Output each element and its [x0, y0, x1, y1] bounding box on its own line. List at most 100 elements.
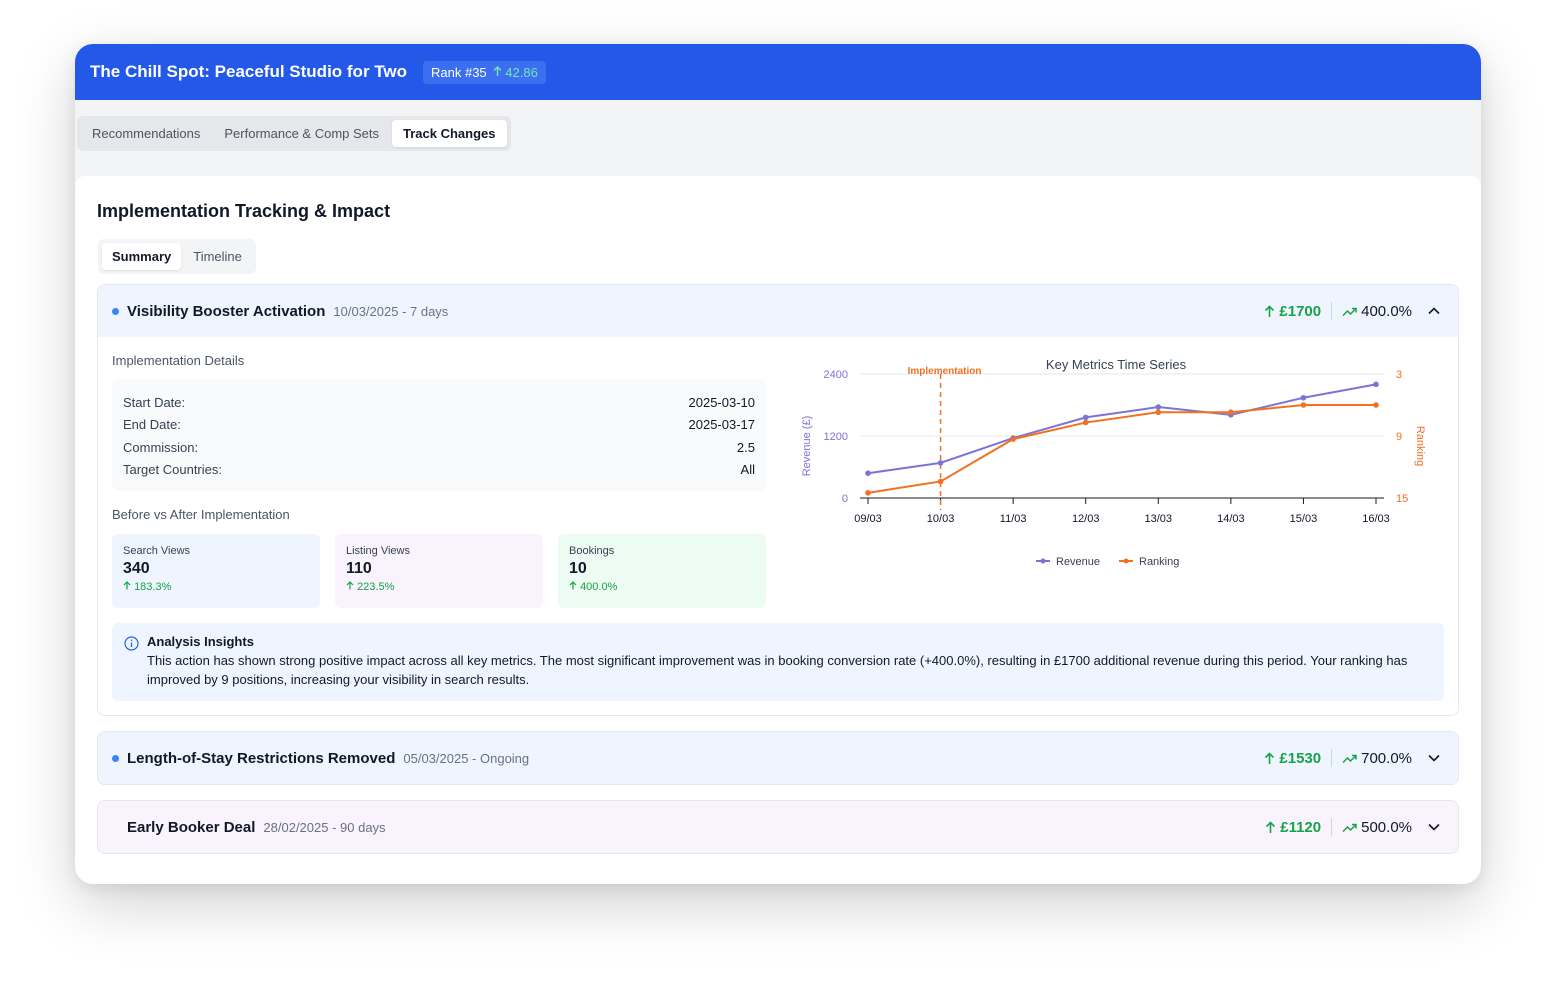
chevron-down-icon[interactable]	[1426, 750, 1442, 766]
x-tick-label: 13/03	[1145, 513, 1173, 525]
subtab-summary[interactable]: Summary	[102, 243, 182, 270]
percent-value: 500.0%	[1361, 818, 1412, 836]
chart-series	[865, 381, 1379, 496]
y-right-tick-label: 15	[1396, 493, 1408, 505]
metric-bookings: Bookings 10 400.0%	[558, 534, 766, 608]
divider	[1331, 749, 1333, 767]
data-point-ranking	[937, 478, 944, 485]
data-point-revenue	[1373, 381, 1379, 388]
data-point-ranking	[865, 490, 871, 496]
card-date: 05/03/2025 - Ongoing	[403, 750, 530, 766]
detail-value: 2025-03-17	[688, 417, 756, 433]
data-point-revenue	[865, 470, 871, 476]
card-body: Implementation Details Start Date: 2025-0…	[98, 337, 1458, 715]
data-point-ranking	[1010, 436, 1016, 442]
tracking-panel: Implementation Tracking & Impact Summary…	[75, 176, 1481, 884]
x-tick-label: 12/03	[1072, 513, 1100, 525]
listing-title: The Chill Spot: Peaceful Studio for Two	[90, 62, 408, 81]
detail-value: 2.5	[736, 439, 755, 455]
app-window: The Chill Spot: Peaceful Studio for Two …	[75, 44, 1481, 884]
x-tick-label: 15/03	[1290, 513, 1318, 525]
detail-key: Start Date:	[123, 394, 186, 410]
details-label: Implementation Details	[112, 353, 245, 368]
detail-key: Target Countries:	[123, 462, 222, 478]
trending-up-icon	[1342, 307, 1357, 316]
implementation-label: Implementation	[908, 366, 982, 377]
revenue-value: £1120	[1280, 818, 1322, 836]
series-line-ranking	[867, 404, 1376, 494]
change-card-visibility-booster: Visibility Booster Activation 10/03/2025…	[97, 284, 1459, 716]
divider	[1331, 302, 1333, 320]
data-point-revenue	[1300, 394, 1307, 401]
series-line-revenue	[867, 383, 1377, 475]
legend-ranking-marker	[1123, 558, 1129, 564]
y-tick-label: 0	[842, 493, 848, 505]
card-header[interactable]: Length-of-Stay Restrictions Removed 05/0…	[98, 732, 1458, 784]
status-dot	[112, 754, 119, 762]
detail-row: Target Countries: All	[123, 459, 755, 482]
trending-up-icon	[1342, 754, 1357, 763]
key-metrics-chart: Key Metrics Time Series 0 1200 2400 15 9 3 09/…	[801, 357, 1426, 568]
legend-ranking-label: Ranking	[1139, 556, 1179, 568]
y-tick-label: 2400	[824, 369, 848, 381]
y-axis-right-label: Ranking	[1414, 426, 1426, 466]
metric-label: Bookings	[569, 545, 615, 557]
chart-legend: Revenue Ranking	[1036, 556, 1179, 568]
detail-key: Commission:	[123, 439, 199, 455]
implementation-marker: Implementation	[908, 366, 982, 510]
compare-label: Before vs After Implementation	[112, 507, 290, 522]
chevron-down-icon[interactable]	[1426, 819, 1442, 835]
x-tick-label: 09/03	[854, 513, 882, 525]
arrow-up-icon	[1265, 751, 1275, 764]
analysis-insights: Analysis Insights This action has shown …	[112, 623, 1444, 701]
arrow-up-icon	[123, 581, 131, 590]
revenue-value: £1530	[1279, 749, 1322, 767]
card-date: 28/02/2025 - 90 days	[263, 819, 386, 835]
x-tick-label: 16/03	[1362, 513, 1390, 525]
legend-revenue-label: Revenue	[1056, 556, 1100, 568]
legend-revenue-marker	[1040, 558, 1046, 564]
data-point-ranking	[1228, 409, 1234, 416]
status-dot	[112, 307, 119, 315]
card-header[interactable]: Visibility Booster Activation 10/03/2025…	[98, 285, 1458, 337]
status-dot	[112, 824, 119, 831]
rank-delta: 42.86	[493, 65, 538, 80]
x-tick-label: 10/03	[927, 513, 955, 525]
tab-recommendations[interactable]: Recommendations	[81, 120, 211, 147]
y-right-tick-label: 3	[1396, 369, 1402, 381]
metric-search-views: Search Views 340 183.3%	[112, 534, 320, 608]
detail-value: All	[740, 462, 755, 478]
chevron-up-icon[interactable]	[1426, 303, 1442, 319]
data-point-ranking	[1373, 402, 1379, 408]
x-tick-label: 11/03	[1000, 513, 1027, 525]
tab-performance-comp-sets[interactable]: Performance & Comp Sets	[213, 120, 390, 147]
metric-label: Listing Views	[346, 545, 410, 557]
insights-text: This action has shown strong positive im…	[147, 653, 1408, 687]
arrow-up-icon	[569, 581, 577, 590]
percent-impact: 400.0%	[1342, 303, 1412, 320]
metric-value: 340	[123, 560, 150, 577]
rank-label: Rank #35	[431, 64, 487, 80]
implementation-details: Start Date: 2025-03-10 End Date: 2025-03-1…	[112, 379, 766, 491]
card-title: Early Booker Deal	[127, 818, 256, 836]
card-title: Length-of-Stay Restrictions Removed	[127, 749, 396, 767]
metric-value: 110	[346, 560, 372, 577]
divider	[1331, 818, 1333, 836]
metric-delta-value: 223.5%	[357, 581, 395, 593]
percent-value: 700.0%	[1361, 749, 1412, 767]
subtab-timeline[interactable]: Timeline	[183, 243, 252, 270]
info-icon	[124, 636, 139, 651]
y-axis-label: Revenue (£)	[801, 416, 813, 477]
metric-delta: 223.5%	[346, 581, 532, 593]
card-header[interactable]: Early Booker Deal 28/02/2025 - 90 days £…	[98, 801, 1458, 853]
y-right-tick-label: 9	[1396, 431, 1402, 443]
tab-track-changes[interactable]: Track Changes	[392, 120, 507, 147]
metric-delta: 400.0%	[569, 581, 755, 593]
metric-listing-views: Listing Views 110 223.5%	[335, 534, 543, 608]
percent-impact: 700.0%	[1342, 750, 1412, 767]
metric-label: Search Views	[123, 545, 191, 557]
card-date: 10/03/2025 - 7 days	[333, 303, 449, 319]
detail-row: Commission: 2.5	[123, 436, 755, 459]
revenue-value: £1700	[1279, 302, 1322, 320]
percent-value: 400.0%	[1361, 302, 1412, 320]
